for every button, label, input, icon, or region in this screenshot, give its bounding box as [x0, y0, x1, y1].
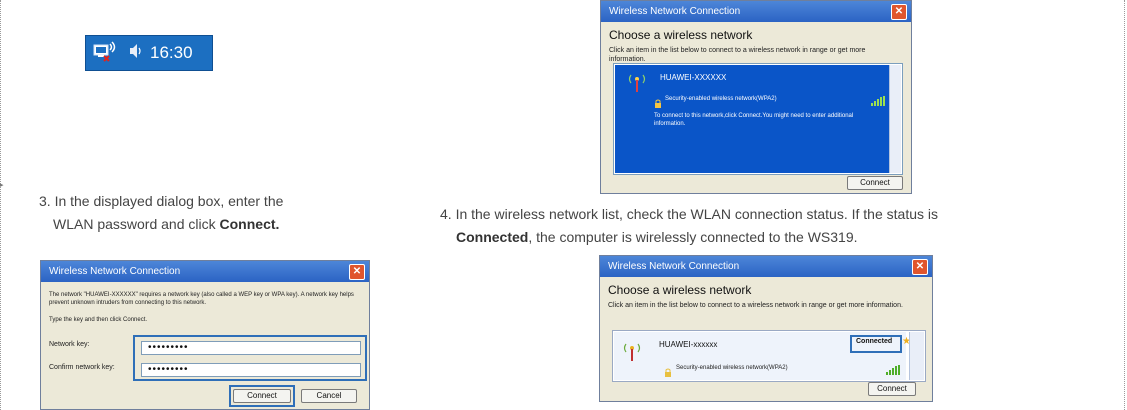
network-item-connected[interactable]: HUAWEI-xxxxxx Security-enabled wireless …	[614, 332, 911, 382]
step-3-text: WLAN password and click	[53, 216, 220, 232]
network-name: HUAWEI-XXXXXX	[660, 73, 727, 82]
signal-strength-icon	[886, 362, 900, 380]
wireless-network-disconnected-icon[interactable]	[92, 39, 122, 68]
step-4-line-2: Connected, the computer is wirelessly co…	[440, 226, 1120, 249]
close-icon[interactable]: ✕	[349, 264, 365, 280]
clock-time: 16:30	[150, 43, 193, 62]
network-key-dialog: Wireless Network Connection ✕ The networ…	[40, 260, 370, 410]
step-3-line-1: 3. In the displayed dialog box, enter th…	[39, 193, 284, 209]
step-3-line-2: WLAN password and click Connect.	[39, 213, 369, 236]
connected-status: Connected	[856, 338, 893, 345]
network-key-input[interactable]: •••••••••	[141, 341, 361, 355]
arrow-right-icon: ▸	[0, 179, 4, 191]
wireless-antenna-icon	[627, 71, 647, 98]
dialog-title-bar: Wireless Network Connection ✕	[600, 256, 932, 277]
network-list[interactable]: HUAWEI-xxxxxx Security-enabled wireless …	[612, 330, 926, 382]
dialog-title: Wireless Network Connection	[608, 261, 740, 272]
scrollbar[interactable]	[889, 65, 901, 173]
connect-button[interactable]: Connect	[868, 382, 916, 396]
lock-icon	[654, 95, 662, 113]
network-list[interactable]: HUAWEI-XXXXXX Security-enabled wireless …	[613, 63, 903, 175]
network-key-message: The network "HUAWEI-XXXXXX" requires a n…	[49, 292, 354, 306]
network-key-label: Network key:	[49, 341, 90, 348]
close-icon[interactable]: ✕	[912, 259, 928, 275]
connect-hint-text: To connect to this network,click Connect…	[654, 113, 854, 127]
connect-button[interactable]: Connect	[847, 176, 903, 190]
network-name: HUAWEI-xxxxxx	[659, 340, 718, 349]
step-4-text: , the computer is wirelessly connected t…	[528, 229, 858, 245]
confirm-key-label: Confirm network key:	[49, 364, 115, 371]
page-border-right	[1124, 0, 1125, 410]
dialog-title-bar: Wireless Network Connection ✕	[41, 261, 369, 282]
dialog-title-bar: Wireless Network Connection ✕	[601, 1, 911, 22]
security-text: Security-enabled wireless network(WPA2)	[665, 96, 777, 102]
step-3-connect-emphasis: Connect.	[219, 216, 280, 232]
step-4-instruction: 4. In the wireless network list, check t…	[440, 203, 1120, 249]
wireless-antenna-icon	[622, 340, 642, 367]
network-item-selected[interactable]: HUAWEI-XXXXXX Security-enabled wireless …	[615, 65, 889, 173]
connected-network-dialog: Wireless Network Connection ✕ Choose a w…	[599, 255, 933, 402]
close-icon[interactable]: ✕	[891, 4, 907, 20]
step-4-connected-emphasis: Connected	[456, 229, 529, 245]
scrollbar[interactable]	[909, 332, 924, 380]
step-4-line-1: 4. In the wireless network list, check t…	[440, 206, 938, 222]
security-text: Security-enabled wireless network(WPA2)	[676, 365, 788, 371]
taskbar-tray: 16:30	[85, 35, 213, 71]
page-border-left	[0, 0, 1, 410]
cancel-button[interactable]: Cancel	[301, 389, 357, 403]
speaker-icon[interactable]	[128, 42, 142, 65]
dialog-info-text: Click an item in the list below to conne…	[608, 302, 903, 309]
confirm-key-input[interactable]: •••••••••	[141, 363, 361, 377]
lock-icon	[664, 364, 672, 382]
dialog-title: Wireless Network Connection	[49, 266, 181, 277]
dialog-title: Wireless Network Connection	[609, 6, 741, 17]
choose-network-dialog: Wireless Network Connection ✕ Choose a w…	[600, 0, 912, 194]
connect-button[interactable]: Connect	[233, 389, 291, 403]
step-3-instruction: 3. In the displayed dialog box, enter th…	[39, 190, 369, 236]
dialog-heading: Choose a wireless network	[609, 28, 753, 42]
signal-strength-icon	[871, 93, 885, 111]
dialog-heading: Choose a wireless network	[608, 283, 752, 297]
key-instruction: Type the key and then click Connect.	[49, 317, 148, 323]
